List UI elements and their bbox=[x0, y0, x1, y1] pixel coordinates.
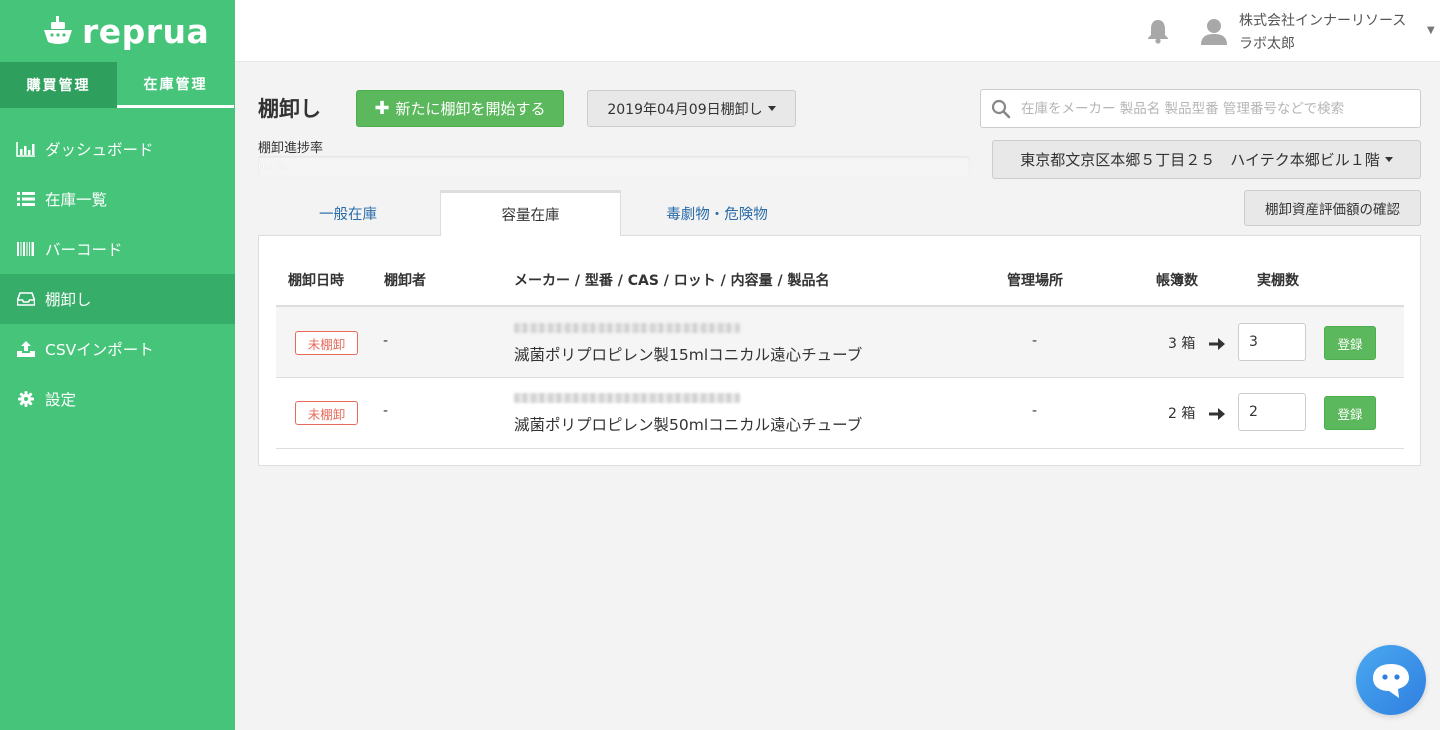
sidebar-item-label: 在庫一覧 bbox=[45, 191, 108, 209]
column-header-actual-qty: 実棚数 bbox=[1257, 273, 1299, 289]
sidebar-item-label: ダッシュボード bbox=[45, 141, 154, 159]
tab-inventory[interactable]: 在庫管理 bbox=[117, 62, 234, 108]
column-header-book-qty: 帳簿数 bbox=[1156, 273, 1198, 289]
stocktaking-table: 棚卸日時 棚卸者 メーカー / 型番 / CAS / ロット / 内容量 / 製… bbox=[258, 235, 1421, 466]
location-dropdown[interactable]: 東京都文京区本郷５丁目２５ ハイテク本郷ビル１階 bbox=[992, 140, 1421, 179]
sidebar-item-label: 棚卸し bbox=[45, 291, 92, 309]
top-header: 株式会社インナーリソース ラボ太郎 ▼ bbox=[235, 0, 1440, 62]
person-cell: - bbox=[383, 403, 389, 419]
sidebar-nav: ダッシュボード 在庫一覧 バーコード 棚卸し CSVインポート 設定 bbox=[0, 124, 235, 424]
progress-value: 0.0% bbox=[258, 160, 286, 173]
actual-qty-input[interactable] bbox=[1238, 393, 1306, 431]
start-stocktaking-label: 新たに棚卸を開始する bbox=[395, 100, 546, 118]
sidebar-item-settings[interactable]: 設定 bbox=[0, 374, 235, 424]
actual-qty-input[interactable] bbox=[1238, 323, 1306, 361]
sidebar-item-barcode[interactable]: バーコード bbox=[0, 224, 235, 274]
redacted-product-details bbox=[514, 393, 740, 403]
start-stocktaking-button[interactable]: ✚ 新たに棚卸を開始する bbox=[356, 90, 564, 127]
sidebar-item-dashboard[interactable]: ダッシュボード bbox=[0, 124, 235, 174]
location-cell: - bbox=[1032, 403, 1038, 419]
sidebar-item-label: CSVインポート bbox=[45, 341, 154, 359]
column-header-location: 管理場所 bbox=[1007, 273, 1063, 289]
progress-bar bbox=[258, 156, 970, 176]
tab-purchase[interactable]: 購買管理 bbox=[0, 62, 117, 108]
user-company[interactable]: 株式会社インナーリソース bbox=[1239, 10, 1406, 30]
location-label: 東京都文京区本郷５丁目２５ ハイテク本郷ビル１階 bbox=[1020, 151, 1380, 169]
barcode-icon bbox=[15, 240, 37, 258]
book-qty-cell: 3 箱 bbox=[1168, 336, 1196, 352]
tab-poison-hazard[interactable]: 毒劇物・危険物 bbox=[622, 190, 812, 236]
bell-icon[interactable] bbox=[1146, 18, 1170, 44]
gear-icon bbox=[15, 390, 37, 408]
valuation-button[interactable]: 棚卸資産評価額の確認 bbox=[1244, 190, 1421, 226]
row-divider bbox=[276, 448, 1404, 449]
location-cell: - bbox=[1032, 333, 1038, 349]
ship-icon bbox=[44, 16, 72, 44]
table-row: 未棚卸 - 滅菌ポリプロピレン製50mlコニカル遠心チューブ - 2 箱 登録 bbox=[276, 378, 1404, 448]
caret-down-icon bbox=[1384, 157, 1393, 162]
list-icon bbox=[15, 190, 37, 208]
tab-volume-stock[interactable]: 容量在庫 bbox=[440, 190, 621, 236]
person-cell: - bbox=[383, 333, 389, 349]
book-qty-cell: 2 箱 bbox=[1168, 406, 1196, 422]
sidebar-item-label: バーコード bbox=[45, 241, 123, 259]
sidebar: reprua 購買管理 在庫管理 ダッシュボード 在庫一覧 バーコード 棚卸し … bbox=[0, 0, 235, 730]
stocktaking-date-label: 2019年04月09日棚卸し bbox=[607, 101, 763, 118]
inbox-icon bbox=[15, 290, 37, 308]
plus-icon: ✚ bbox=[374, 98, 390, 119]
sidebar-item-stocktaking[interactable]: 棚卸し bbox=[0, 274, 235, 324]
chat-widget-button[interactable] bbox=[1356, 645, 1426, 715]
progress-label: 棚卸進捗率 bbox=[258, 141, 324, 156]
arrow-right-icon bbox=[1209, 338, 1225, 350]
brand-name: reprua bbox=[82, 11, 210, 51]
caret-down-icon bbox=[767, 106, 776, 111]
arrow-right-icon bbox=[1209, 408, 1225, 420]
search-box[interactable] bbox=[980, 89, 1421, 128]
column-header-product: メーカー / 型番 / CAS / ロット / 内容量 / 製品名 bbox=[514, 273, 830, 289]
sidebar-item-inventory-list[interactable]: 在庫一覧 bbox=[0, 174, 235, 224]
user-name[interactable]: ラボ太郎 bbox=[1239, 33, 1295, 53]
search-icon bbox=[991, 99, 1011, 119]
product-name[interactable]: 滅菌ポリプロピレン製50mlコニカル遠心チューブ bbox=[514, 413, 862, 435]
stocktaking-date-dropdown[interactable]: 2019年04月09日棚卸し bbox=[587, 90, 796, 127]
redacted-product-details bbox=[514, 323, 740, 333]
product-name[interactable]: 滅菌ポリプロピレン製15mlコニカル遠心チューブ bbox=[514, 343, 862, 365]
page-title: 棚卸し bbox=[258, 97, 321, 121]
status-badge: 未棚卸 bbox=[295, 331, 358, 355]
tab-general-stock[interactable]: 一般在庫 bbox=[258, 190, 438, 236]
upload-icon bbox=[15, 340, 37, 358]
search-input[interactable] bbox=[1021, 96, 1411, 121]
table-row: 未棚卸 - 滅菌ポリプロピレン製15mlコニカル遠心チューブ - 3 箱 登録 bbox=[276, 307, 1404, 377]
register-button[interactable]: 登録 bbox=[1324, 396, 1376, 430]
sidebar-item-csv-import[interactable]: CSVインポート bbox=[0, 324, 235, 374]
status-badge: 未棚卸 bbox=[295, 401, 358, 425]
user-avatar-icon[interactable] bbox=[1199, 16, 1229, 46]
sidebar-item-label: 設定 bbox=[45, 391, 77, 409]
column-header-date: 棚卸日時 bbox=[288, 273, 344, 289]
chat-bubble-icon bbox=[1373, 664, 1409, 698]
column-header-person: 棚卸者 bbox=[384, 273, 426, 289]
chevron-down-icon[interactable]: ▼ bbox=[1427, 25, 1435, 36]
register-button[interactable]: 登録 bbox=[1324, 326, 1376, 360]
brand-logo[interactable]: reprua bbox=[0, 0, 235, 62]
sidebar-tabs: 購買管理 在庫管理 bbox=[0, 62, 235, 108]
bar-chart-icon bbox=[15, 140, 37, 158]
